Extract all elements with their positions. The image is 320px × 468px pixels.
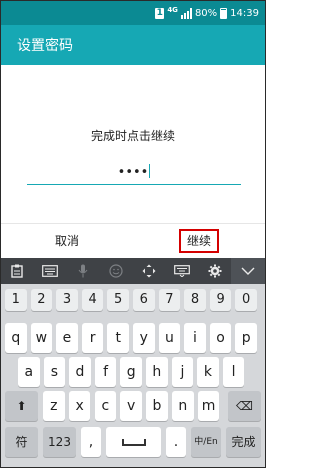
symbols-key[interactable]: 符 [5, 427, 38, 457]
sim-indicator: 1 [155, 7, 165, 19]
key-d[interactable]: d [69, 357, 91, 387]
key-u[interactable]: u [158, 323, 181, 353]
done-key[interactable]: 完成 [226, 427, 261, 457]
keyboard-row-1: qwertyuiop [1, 320, 265, 356]
key-4[interactable]: 4 [81, 289, 104, 311]
clipboard-icon[interactable] [1, 258, 34, 284]
key-m[interactable]: m [197, 391, 220, 421]
key-8[interactable]: 8 [184, 289, 206, 311]
keyboard-icon[interactable] [34, 258, 67, 284]
key-n[interactable]: n [172, 391, 194, 421]
key-p[interactable]: p [235, 323, 257, 353]
soft-keyboard: 1234567890 qwertyuiop asdfghjkl ⬆ ⌫ zxcv… [1, 258, 265, 467]
key-a[interactable]: a [18, 357, 40, 387]
signal-icon [180, 7, 192, 19]
backspace-key[interactable]: ⌫ [228, 391, 261, 421]
status-icons: 1 4G 80% 14:39 [155, 5, 259, 21]
key-r[interactable]: r [81, 323, 104, 353]
key-7[interactable]: 7 [158, 289, 181, 311]
keyboard-layout-icon[interactable] [165, 258, 198, 284]
page-title: 设置密码 [17, 38, 73, 54]
network-type: 4G [167, 6, 178, 14]
battery-icon [220, 7, 228, 19]
key-f[interactable]: f [94, 357, 117, 387]
phone-screen: 1 4G 80% 14:39 设置密码 完成时点击继续 •••• 取消 继续 1… [0, 0, 266, 468]
key-0[interactable]: 0 [235, 289, 257, 311]
key-h[interactable]: h [146, 357, 168, 387]
language-switch-key[interactable]: 中/En [191, 427, 221, 457]
pin-value: •••• [117, 164, 151, 180]
key-6[interactable]: 6 [133, 289, 155, 311]
key-1[interactable]: 1 [5, 289, 27, 311]
space-bar-icon [121, 439, 146, 446]
text-caret [149, 164, 151, 178]
keyboard-row-3: ⬆ ⌫ zxcvbnm [1, 388, 265, 424]
keyboard-number-row: 1234567890 [1, 286, 265, 322]
dialog-message: 完成时点击继续 [90, 129, 175, 143]
keyboard-bottom-row: 符 123 , . 中/En 完成 [1, 424, 265, 460]
key-3[interactable]: 3 [56, 289, 78, 311]
key-z[interactable]: z [43, 391, 65, 421]
key-e[interactable]: e [56, 323, 78, 353]
key-k[interactable]: k [197, 357, 219, 387]
key-o[interactable]: o [209, 323, 232, 353]
period-key[interactable]: . [166, 427, 186, 457]
key-g[interactable]: g [120, 357, 142, 387]
gear-icon[interactable] [198, 258, 231, 284]
key-c[interactable]: c [94, 391, 117, 421]
key-s[interactable]: s [43, 357, 66, 387]
key-t[interactable]: t [107, 323, 129, 353]
emoji-icon[interactable] [100, 258, 133, 284]
app-bar: 设置密码 [1, 25, 265, 65]
continue-button[interactable]: 继续 [133, 224, 265, 258]
dialog-actions: 取消 继续 [1, 223, 265, 257]
key-b[interactable]: b [146, 391, 168, 421]
key-9[interactable]: 9 [209, 289, 232, 311]
clock: 14:39 [230, 7, 259, 19]
move-cursor-icon[interactable] [133, 258, 166, 284]
status-bar: 1 4G 80% 14:39 [1, 1, 265, 25]
keyboard-toolbar [1, 258, 265, 284]
key-5[interactable]: 5 [107, 289, 129, 311]
key-i[interactable]: i [184, 323, 206, 353]
key-v[interactable]: v [120, 391, 142, 421]
chevron-down-icon[interactable] [231, 258, 265, 284]
shift-key[interactable]: ⬆ [5, 391, 38, 421]
key-q[interactable]: q [5, 323, 27, 353]
key-w[interactable]: w [30, 323, 53, 353]
key-x[interactable]: x [68, 391, 91, 421]
battery-percent: 80% [194, 7, 218, 19]
digits-key[interactable]: 123 [43, 427, 76, 457]
key-j[interactable]: j [171, 357, 194, 387]
pin-input[interactable]: •••• [27, 161, 241, 185]
key-l[interactable]: l [222, 357, 245, 387]
key-y[interactable]: y [133, 323, 155, 353]
space-key[interactable] [106, 427, 161, 457]
keyboard-row-2: asdfghjkl [1, 354, 265, 390]
mic-icon[interactable] [67, 258, 100, 284]
comma-key[interactable]: , [81, 427, 101, 457]
key-2[interactable]: 2 [30, 289, 53, 311]
cancel-button[interactable]: 取消 [1, 224, 133, 258]
